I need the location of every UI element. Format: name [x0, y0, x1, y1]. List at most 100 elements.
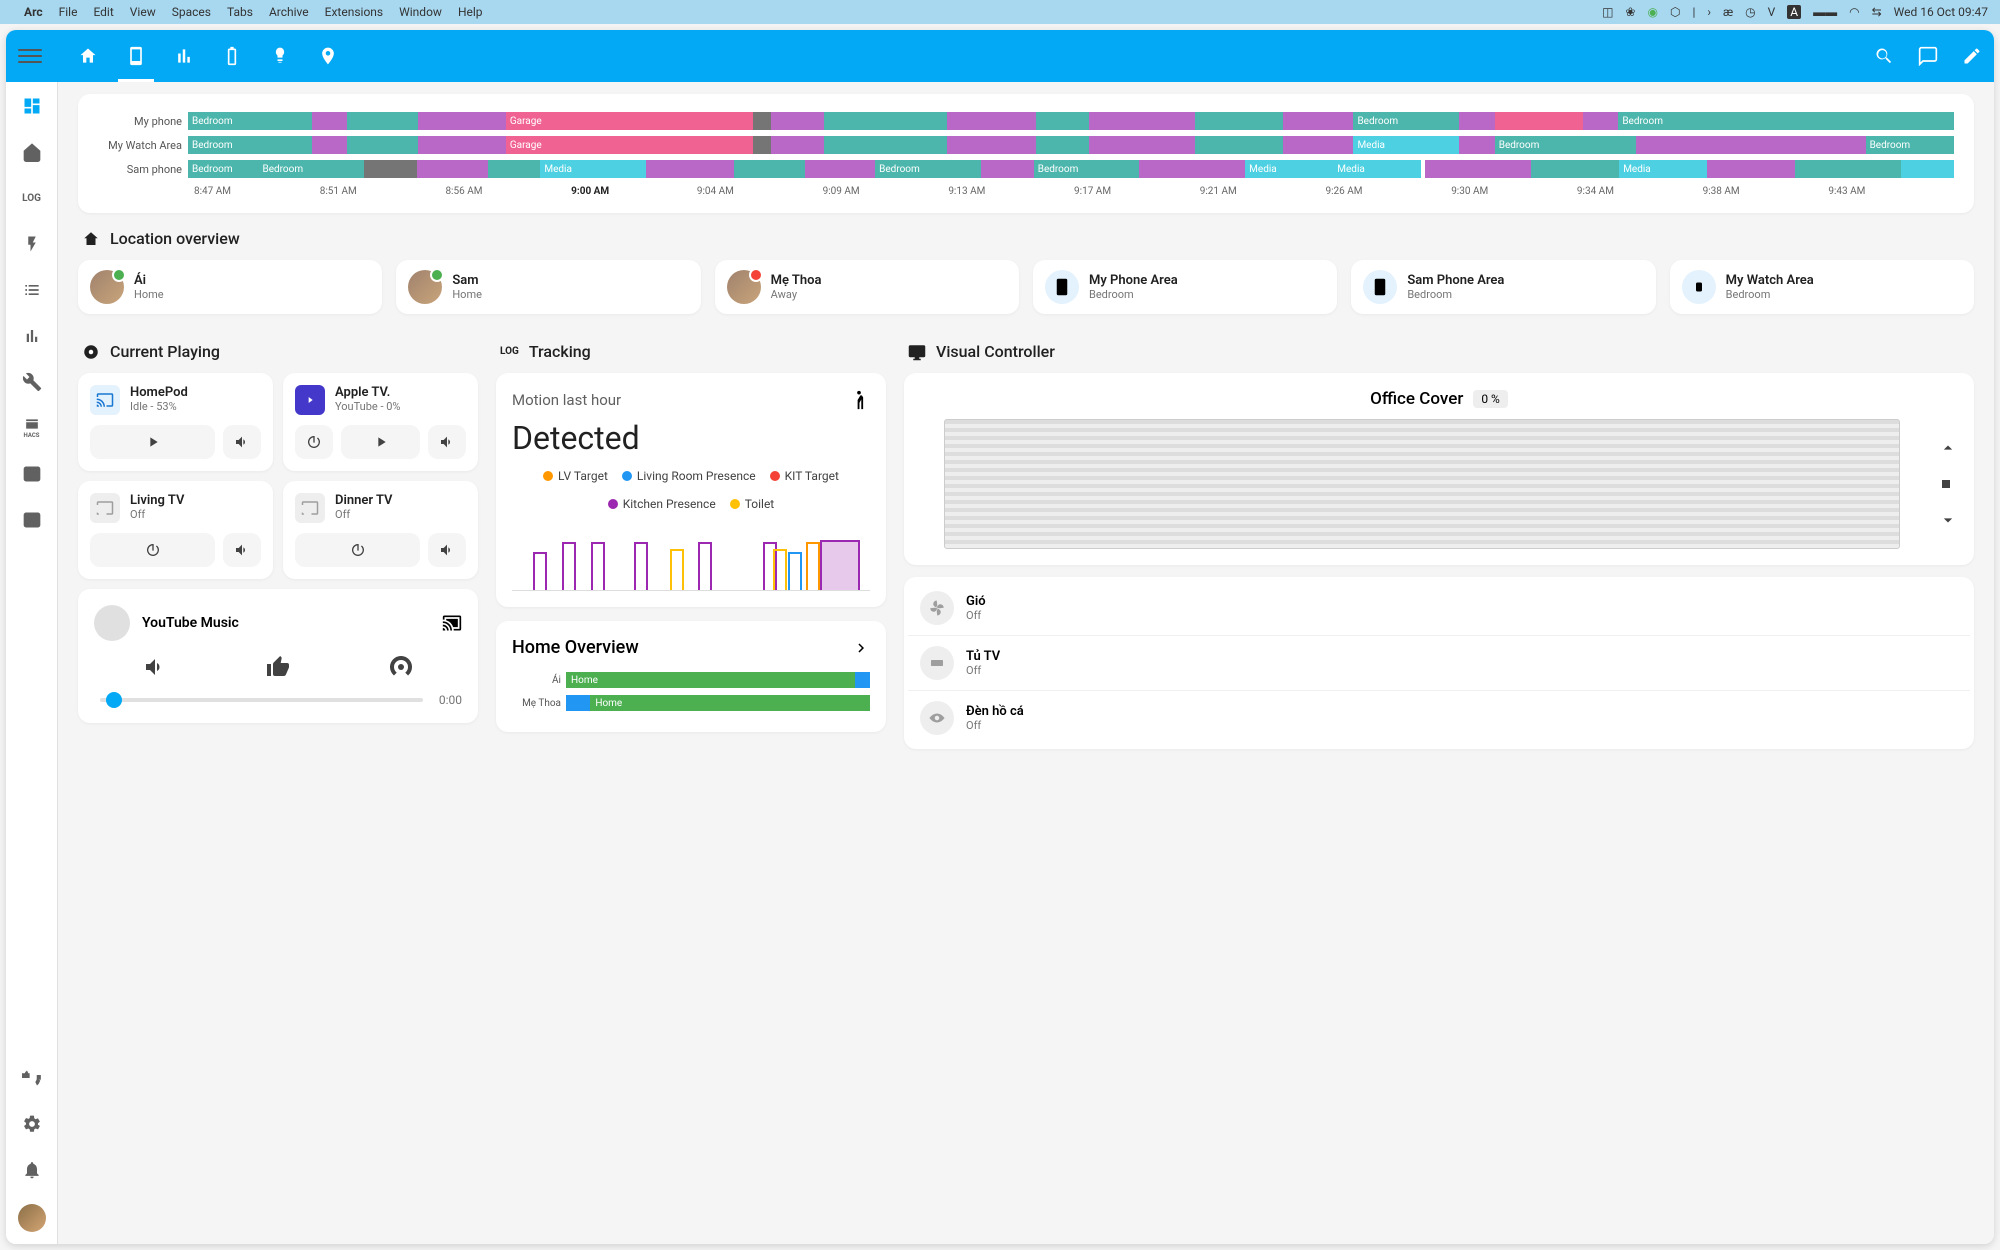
- sidebar-notifications-icon[interactable]: [20, 1158, 44, 1182]
- timeline-seg: Media: [540, 160, 646, 178]
- tab-automation-icon[interactable]: [270, 46, 290, 66]
- tray-icon[interactable]: A: [1787, 5, 1801, 19]
- cover-down-button[interactable]: [1938, 510, 1958, 530]
- edit-icon[interactable]: [1962, 46, 1982, 66]
- menu-help[interactable]: Help: [458, 5, 483, 19]
- location-card[interactable]: My Phone AreaBedroom: [1033, 260, 1337, 314]
- menu-view[interactable]: View: [130, 5, 156, 19]
- tab-battery-icon[interactable]: [222, 46, 242, 66]
- sidebar-list-icon[interactable]: [20, 278, 44, 302]
- timeline-seg: [1283, 136, 1354, 154]
- sidebar-energy-icon[interactable]: [20, 232, 44, 256]
- entity-row[interactable]: GióOff: [908, 581, 1970, 636]
- menu-spaces[interactable]: Spaces: [172, 5, 211, 19]
- volume-button[interactable]: [223, 425, 261, 459]
- youtube-music-card[interactable]: YouTube Music 0:00: [78, 589, 478, 723]
- timeline-seg: [1459, 136, 1494, 154]
- battery-icon[interactable]: ▬▬: [1813, 5, 1837, 19]
- search-icon[interactable]: [1874, 46, 1894, 66]
- sidebar-wrench-icon[interactable]: [20, 370, 44, 394]
- playback-time: 0:00: [439, 693, 462, 707]
- cast-off-icon: [90, 493, 120, 523]
- tray-icon[interactable]: ›: [1707, 5, 1711, 19]
- menu-extensions[interactable]: Extensions: [325, 5, 383, 19]
- location-card[interactable]: Sam Phone AreaBedroom: [1351, 260, 1655, 314]
- chevron-right-icon[interactable]: [852, 639, 870, 657]
- menu-edit[interactable]: Edit: [93, 5, 113, 19]
- sidebar-home-icon[interactable]: [20, 140, 44, 164]
- play-button[interactable]: [341, 425, 420, 459]
- timeline-seg: Media: [1353, 136, 1459, 154]
- cover-up-button[interactable]: [1938, 438, 1958, 458]
- location-card[interactable]: Mẹ ThoaAway: [715, 260, 1019, 314]
- sidebar-settings-icon[interactable]: [20, 1112, 44, 1136]
- location-card[interactable]: ÁiHome: [78, 260, 382, 314]
- user-avatar[interactable]: [18, 1204, 46, 1232]
- media-card[interactable]: HomePodIdle - 53%: [78, 373, 273, 471]
- cover-stop-button[interactable]: [1938, 476, 1954, 492]
- tray-icon[interactable]: |: [1692, 5, 1695, 19]
- timeline-bar[interactable]: Bedroom Garage Bedroom: [188, 112, 1954, 130]
- tray-icon[interactable]: ❀: [1625, 5, 1635, 19]
- tab-devices-icon[interactable]: [126, 46, 146, 66]
- entity-row[interactable]: Tủ TVOff: [908, 636, 1970, 691]
- volume-button[interactable]: [428, 425, 466, 459]
- volume-button[interactable]: [223, 533, 261, 567]
- tracking-card[interactable]: Motion last hour Detected LV Target Livi…: [496, 373, 886, 607]
- location-row: ÁiHome SamHome Mẹ ThoaAway My Phone Area…: [78, 260, 1974, 314]
- hamburger-icon[interactable]: [18, 44, 42, 68]
- tab-stats-icon[interactable]: [174, 46, 194, 66]
- timeline-bar[interactable]: Bedroom Bedroom Media Bedroom Bedroom: [188, 160, 1954, 178]
- volume-button[interactable]: [428, 533, 466, 567]
- motion-sensor-icon: [848, 389, 870, 411]
- blind-visual[interactable]: [944, 419, 1900, 549]
- sidebar-terminal-icon[interactable]: [20, 508, 44, 532]
- home-overview-card[interactable]: Home Overview Ái Home Mẹ Thoa Home: [496, 621, 886, 732]
- timeline-bar[interactable]: Bedroom Garage Media: [188, 136, 1954, 154]
- tab-home-icon[interactable]: [78, 46, 98, 66]
- power-button[interactable]: [295, 533, 420, 567]
- chat-icon[interactable]: [1918, 46, 1938, 66]
- progress-slider[interactable]: [100, 698, 423, 702]
- tray-icon[interactable]: ◫: [1602, 5, 1613, 19]
- tray-icon[interactable]: æ: [1723, 5, 1733, 19]
- macos-menu: File Edit View Spaces Tabs Archive Exten…: [59, 5, 483, 19]
- power-button[interactable]: [90, 533, 215, 567]
- location-card[interactable]: My Watch AreaBedroom: [1670, 260, 1974, 314]
- app-name[interactable]: Arc: [24, 5, 43, 19]
- sidebar-log-icon[interactable]: LOG: [20, 186, 44, 210]
- menu-tabs[interactable]: Tabs: [227, 5, 253, 19]
- menu-window[interactable]: Window: [399, 5, 442, 19]
- tray-icon[interactable]: V: [1768, 5, 1776, 19]
- control-center-icon[interactable]: ⇆: [1872, 5, 1882, 19]
- media-card[interactable]: Living TVOff: [78, 481, 273, 579]
- timeline-seg: Garage: [506, 112, 753, 130]
- sidebar-devtools-icon[interactable]: [20, 1066, 44, 1090]
- volume-icon[interactable]: [143, 655, 167, 679]
- timeline-seg: [418, 136, 506, 154]
- location-card[interactable]: SamHome: [396, 260, 700, 314]
- sidebar-dashboard-icon[interactable]: [20, 94, 44, 118]
- menu-archive[interactable]: Archive: [269, 5, 309, 19]
- power-button[interactable]: [295, 425, 333, 459]
- sidebar-media-icon[interactable]: [20, 462, 44, 486]
- timeline-seg: Media: [1333, 160, 1421, 178]
- media-card[interactable]: Apple TV.YouTube - 0%: [283, 373, 478, 471]
- section-tracking: LOG Tracking: [500, 342, 886, 361]
- cover-card[interactable]: Office Cover 0 %: [904, 373, 1974, 565]
- media-card[interactable]: Dinner TVOff: [283, 481, 478, 579]
- broadcast-icon[interactable]: [389, 655, 413, 679]
- play-button[interactable]: [90, 425, 215, 459]
- tray-icon[interactable]: ⬡: [1670, 5, 1680, 19]
- tab-map-icon[interactable]: [318, 46, 338, 66]
- sidebar-history-icon[interactable]: [20, 324, 44, 348]
- tray-icon[interactable]: ◷: [1745, 5, 1755, 19]
- clock[interactable]: Wed 16 Oct 09:47: [1894, 5, 1988, 19]
- menu-file[interactable]: File: [59, 5, 78, 19]
- wifi-icon[interactable]: ◠: [1849, 5, 1859, 19]
- thumb-up-icon[interactable]: [266, 655, 290, 679]
- tray-icon[interactable]: ◉: [1647, 5, 1657, 19]
- entity-row[interactable]: Đèn hồ cáOff: [908, 691, 1970, 745]
- cast-connected-icon[interactable]: [442, 613, 462, 633]
- sidebar-hacs-icon[interactable]: HACS: [20, 416, 44, 440]
